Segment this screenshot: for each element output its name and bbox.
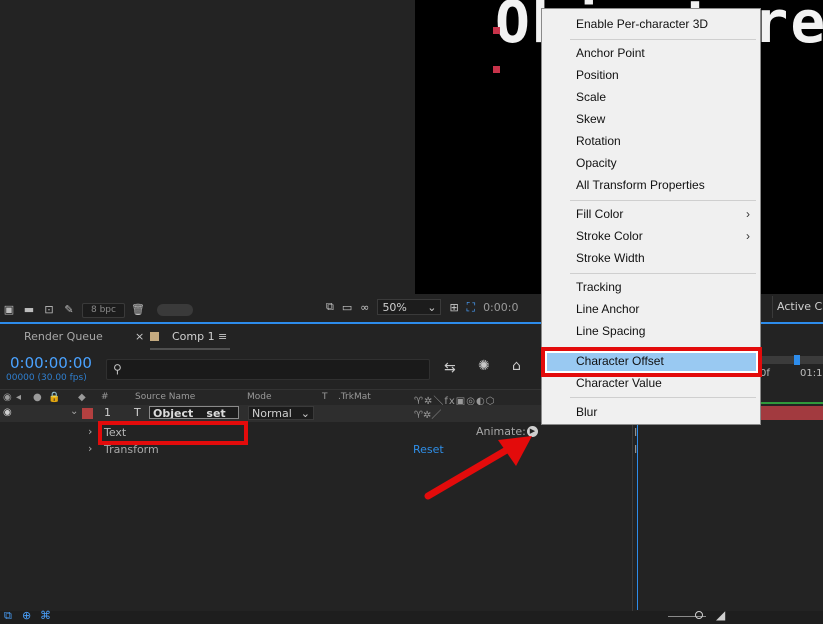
menu-item-tracking[interactable]: Tracking <box>542 276 760 298</box>
menu-item-all-transform-properties[interactable]: All Transform Properties <box>542 174 760 196</box>
menu-item-skew[interactable]: Skew <box>542 108 760 130</box>
lock-icon[interactable]: 🔒 <box>48 392 60 403</box>
annotation-arrow <box>424 436 532 500</box>
layer-switches-icons[interactable]: ♈✲／ <box>414 406 441 421</box>
text-path-handle[interactable] <box>493 66 500 73</box>
menu-item-opacity[interactable]: Opacity <box>542 152 760 174</box>
menu-item-blur[interactable]: Blur <box>542 401 760 423</box>
project-toolbar: ▣ ▬ ⊡ ✎ 8 bpc 🗑 <box>0 300 318 320</box>
layer-search-input[interactable]: ⚲ <box>106 359 430 380</box>
submenu-arrow-icon: › <box>746 229 750 243</box>
close-icon[interactable]: × <box>135 330 144 343</box>
comp-mini-flowchart-icon[interactable]: ⇆ <box>444 360 456 376</box>
mask-visibility-icon[interactable]: ∞ <box>360 301 369 314</box>
menu-item-label: Stroke Color <box>576 229 643 243</box>
layer-duration-indicator <box>760 402 823 404</box>
menu-item-stroke-width[interactable]: Stroke Width <box>542 247 760 269</box>
tab-render-queue[interactable]: Render Queue <box>24 330 103 343</box>
monitor-icon[interactable]: ▭ <box>342 301 352 314</box>
chevron-right-icon[interactable]: › <box>88 425 92 438</box>
text-layer-icon: T <box>134 406 141 419</box>
current-time-display[interactable]: 0:00:00:00 <box>10 354 92 372</box>
project-scrollbar[interactable] <box>156 304 193 316</box>
menu-item-character-offset[interactable]: Character Offset <box>542 350 760 372</box>
column-t[interactable]: T <box>322 392 328 402</box>
interpret-footage-icon[interactable]: ▣ <box>2 304 16 316</box>
new-composition-icon[interactable]: ⊡ <box>42 304 56 316</box>
menu-item-character-value[interactable]: Character Value <box>542 372 760 394</box>
menu-separator <box>570 397 756 398</box>
zoom-slider-handle[interactable] <box>695 611 703 619</box>
in-out-toggle-icon[interactable]: ⌘ <box>40 609 51 622</box>
region-of-interest-icon[interactable]: ⛶ <box>467 300 475 315</box>
eye-icon[interactable]: ◉ <box>3 407 12 418</box>
menu-item-position[interactable]: Position <box>542 64 760 86</box>
text-cursor-icon: I <box>634 426 638 439</box>
label-icon[interactable]: ◆ <box>78 392 86 403</box>
layer-name[interactable]: Object _ set <box>149 406 239 419</box>
draft-3d-icon[interactable]: ✺ <box>478 358 490 374</box>
menu-item-stroke-color[interactable]: Stroke Color › <box>542 225 760 247</box>
tab-comp-1[interactable]: Comp 1 <box>172 330 215 343</box>
menu-item-rotation[interactable]: Rotation <box>542 130 760 152</box>
always-preview-icon[interactable]: ⧉ <box>326 300 334 314</box>
column-mode[interactable]: Mode <box>247 392 272 402</box>
menu-item-line-spacing[interactable]: Line Spacing <box>542 320 760 342</box>
comp-color-swatch <box>150 332 159 341</box>
active-camera-dropdown[interactable]: Active Ca <box>772 296 823 318</box>
column-trkmat[interactable]: .TrkMat <box>338 392 371 402</box>
blend-mode-value: Normal <box>252 407 292 420</box>
search-icon: ⚲ <box>113 362 122 376</box>
menu-item-label: Fill Color <box>576 207 624 221</box>
blend-mode-select[interactable]: Normal ⌄ <box>248 406 314 420</box>
submenu-arrow-icon: › <box>746 207 750 221</box>
audio-toggle-icon[interactable]: ◂ <box>16 392 21 403</box>
menu-item-line-anchor[interactable]: Line Anchor <box>542 298 760 320</box>
menu-item-fill-color[interactable]: Fill Color › <box>542 203 760 225</box>
viewer-timecode[interactable]: 0:00:0 <box>483 301 518 314</box>
menu-item-anchor-point[interactable]: Anchor Point <box>542 42 760 64</box>
work-area-end-handle[interactable] <box>794 355 800 365</box>
chevron-down-icon: ⌄ <box>427 301 437 314</box>
transfer-controls-toggle-icon[interactable]: ⊕ <box>22 609 31 622</box>
menu-separator <box>570 273 756 274</box>
chevron-down-icon[interactable]: ⌄ <box>70 406 78 417</box>
transform-group-label: Transform <box>104 443 159 456</box>
layer-duration-bar[interactable] <box>760 406 823 420</box>
animate-context-menu: Enable Per-character 3D Anchor Point Pos… <box>541 8 762 425</box>
frame-rate-display: 00000 (30.00 fps) <box>6 373 87 383</box>
layer-row[interactable]: ◉ ⌄ 1 T Object _ set Normal ⌄ ♈✲／ <box>0 405 632 422</box>
column-number[interactable]: # <box>101 392 109 402</box>
menu-separator <box>570 39 756 40</box>
color-depth-button[interactable]: 8 bpc <box>82 302 125 318</box>
active-tab-indicator <box>150 348 230 350</box>
zoom-dropdown[interactable]: 50% ⌄ <box>377 299 442 315</box>
video-toggle-icon[interactable]: ◉ <box>3 392 12 403</box>
menu-item-scale[interactable]: Scale <box>542 86 760 108</box>
ruler-tick-label: 01:15 <box>800 368 823 379</box>
layer-switches-toggle-icon[interactable]: ⧉ <box>4 609 12 623</box>
zoom-value: 50% <box>382 301 407 314</box>
solo-icon[interactable]: ● <box>33 392 42 403</box>
new-folder-icon[interactable]: ▬ <box>22 304 36 316</box>
project-settings-icon[interactable]: ✎ <box>62 304 76 316</box>
menu-item-enable-per-character-3d[interactable]: Enable Per-character 3D <box>542 13 760 35</box>
chevron-down-icon: ⌄ <box>300 407 310 420</box>
shy-layers-icon[interactable]: ⌂ <box>512 358 521 374</box>
menu-separator <box>570 200 756 201</box>
trash-icon[interactable]: 🗑 <box>131 304 145 316</box>
text-path-handle[interactable] <box>493 27 500 34</box>
layer-number: 1 <box>104 406 111 419</box>
column-source-name[interactable]: Source Name <box>135 392 195 402</box>
layer-label-color[interactable] <box>82 408 93 419</box>
chevron-right-icon[interactable]: › <box>88 442 92 455</box>
project-panel: ▣ ▬ ⊡ ✎ 8 bpc 🗑 <box>0 0 318 322</box>
text-cursor-icon: I <box>634 443 638 456</box>
grid-icon[interactable]: ⊞ <box>449 301 458 314</box>
panel-menu-icon[interactable]: ≡ <box>218 330 227 343</box>
zoom-in-icon[interactable]: ◢ <box>716 608 725 622</box>
timeline-bottom-bar: ⧉ ⊕ ⌘ ◢ <box>0 608 823 624</box>
